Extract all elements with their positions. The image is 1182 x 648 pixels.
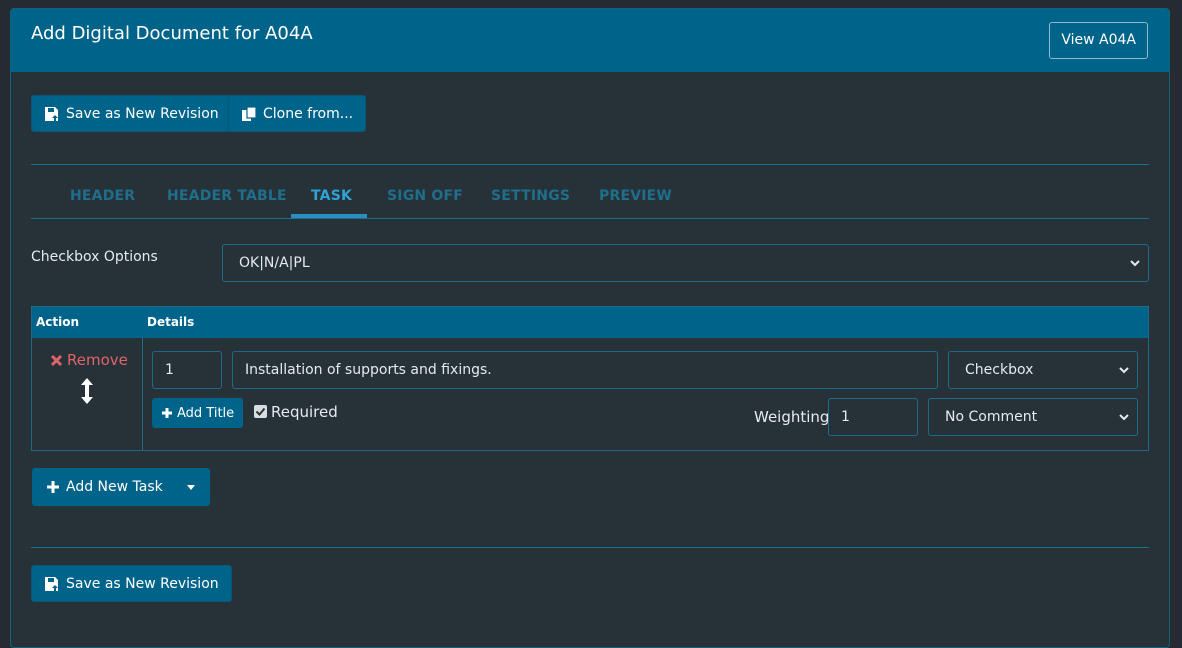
save-revision-label: Save as New Revision <box>66 105 219 122</box>
caret-down-icon <box>187 484 195 490</box>
chevron-down-icon <box>1130 260 1140 267</box>
task-type-value: Checkbox <box>965 362 1034 378</box>
tab-task[interactable]: TASK <box>311 174 352 219</box>
add-task-dropdown-toggle[interactable] <box>172 468 210 506</box>
divider <box>31 218 1149 219</box>
checkbox-options-value: OK|N/A|PL <box>239 255 310 271</box>
table-header: Action Details <box>32 307 1148 338</box>
document-panel: Add Digital Document for A04A View A04A … <box>10 8 1170 648</box>
panel-header: Add Digital Document for A04A View A04A <box>11 9 1169 72</box>
close-icon <box>50 354 63 366</box>
clone-label: Clone from... <box>263 105 354 122</box>
add-new-task-button[interactable]: Add New Task <box>32 468 172 506</box>
view-document-button[interactable]: View A04A <box>1049 22 1148 59</box>
checkbox-options-select[interactable]: OK|N/A|PL <box>222 244 1149 282</box>
task-description-input[interactable]: Installation of supports and fixings. <box>232 351 938 389</box>
chevron-down-icon <box>1119 414 1129 421</box>
comment-value: No Comment <box>945 409 1038 425</box>
weighting-label: Weighting <box>754 408 830 426</box>
drag-handle-icon[interactable] <box>79 377 95 405</box>
footer-save-revision-button[interactable]: Save as New Revision <box>31 565 232 602</box>
task-table: Action Details Remove 1 Installation of … <box>31 306 1149 451</box>
required-checkbox[interactable] <box>254 405 267 418</box>
tab-settings[interactable]: SETTINGS <box>491 174 570 219</box>
tab-header-table[interactable]: HEADER TABLE <box>167 174 287 219</box>
add-title-label: Add Title <box>177 405 235 421</box>
column-header-action: Action <box>36 315 80 329</box>
chevron-down-icon <box>1119 367 1129 374</box>
footer-save-revision-label: Save as New Revision <box>66 575 219 592</box>
add-new-task-split-button: Add New Task <box>32 468 210 506</box>
tab-sign-off[interactable]: SIGN OFF <box>387 174 463 219</box>
remove-label: Remove <box>67 351 128 369</box>
page-title: Add Digital Document for A04A <box>31 23 313 44</box>
divider <box>31 164 1149 165</box>
task-type-select[interactable]: Checkbox <box>948 351 1138 389</box>
checkbox-options-label: Checkbox Options <box>31 249 158 265</box>
comment-select[interactable]: No Comment <box>928 398 1138 436</box>
tab-header[interactable]: HEADER <box>70 174 135 219</box>
add-title-button[interactable]: Add Title <box>152 398 244 428</box>
tab-preview[interactable]: PREVIEW <box>599 174 672 219</box>
save-upload-icon <box>44 106 60 122</box>
save-revision-button[interactable]: Save as New Revision <box>31 95 232 132</box>
copy-icon <box>241 105 257 122</box>
remove-task-button[interactable]: Remove <box>50 351 128 369</box>
task-number-input[interactable]: 1 <box>152 351 222 389</box>
tab-bar: HEADER HEADER TABLE TASK SIGN OFF SETTIN… <box>31 174 1149 219</box>
clone-button[interactable]: Clone from... <box>228 95 367 132</box>
required-label: Required <box>271 403 338 421</box>
plus-icon <box>47 481 59 493</box>
check-icon <box>255 407 266 416</box>
save-upload-icon <box>44 576 60 592</box>
weighting-input[interactable]: 1 <box>828 398 918 436</box>
column-divider <box>142 338 143 451</box>
plus-icon <box>162 408 172 418</box>
divider <box>31 547 1149 548</box>
column-header-details: Details <box>147 315 195 329</box>
add-new-task-label: Add New Task <box>66 479 163 495</box>
